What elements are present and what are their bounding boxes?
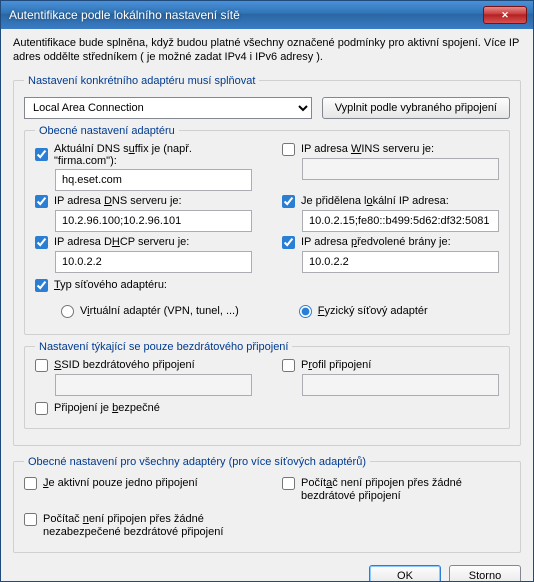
profile-label: Profil připojení [301,359,371,371]
net-type-label: Typ síťového adaptéru: [54,279,167,291]
ssid-label: SSID bezdrátového připojení [54,359,195,371]
wins-input[interactable] [302,158,499,180]
all-adapters-frame: Obecné nastavení pro všechny adaptéry (p… [13,456,521,554]
dns-suffix-checkbox[interactable] [35,148,48,161]
adapter-frame-legend: Nastavení konkrétního adaptéru musí splň… [24,75,259,87]
intro-text: Autentifikace bude splněna, když budou p… [13,37,521,65]
dns-ip-field: IP adresa DNS serveru je: [35,195,252,232]
dns-ip-input[interactable] [55,210,252,232]
wins-field: IP adresa WINS serveru je: [282,143,499,191]
dns-ip-checkbox[interactable] [35,195,48,208]
dhcp-field: IP adresa DHCP serveru je: [35,236,252,273]
dns-ip-label: IP adresa DNS serveru je: [54,195,182,207]
gateway-field: IP adresa předvolené brány je: [282,236,499,273]
profile-checkbox[interactable] [282,359,295,372]
general-adapter-frame: Obecné nastavení adaptéru Aktuální DNS s… [24,125,510,335]
ok-button[interactable]: OK [369,565,441,581]
wireless-frame: Nastavení týkající se pouze bezdrátového… [24,341,510,429]
ssid-field: SSID bezdrátového připojení [35,359,252,396]
gateway-input[interactable] [302,251,499,273]
wins-label: IP adresa WINS serveru je: [301,143,434,155]
all-adapters-legend: Obecné nastavení pro všechny adaptéry (p… [24,456,370,468]
secure-conn-checkbox[interactable] [35,402,48,415]
wireless-legend: Nastavení týkající se pouze bezdrátového… [35,341,292,353]
dhcp-label: IP adresa DHCP serveru je: [54,236,189,248]
fill-from-connection-button[interactable]: Vyplnit podle vybraného připojení [322,97,510,119]
ssid-input[interactable] [55,374,252,396]
footer-buttons: OK Storno [13,559,521,581]
titlebar: Autentifikace podle lokálního nastavení … [1,1,533,29]
virtual-adapter-radio[interactable] [61,305,74,318]
client-area: Autentifikace bude splněna, když budou p… [1,29,533,581]
local-ip-label: Je přidělena lokální IP adresa: [301,195,449,207]
local-ip-field: Je přidělena lokální IP adresa: [282,195,499,232]
dialog-window: Autentifikace podle lokálního nastavení … [0,0,534,582]
local-ip-input[interactable] [302,210,499,232]
one-active-checkbox[interactable] [24,477,37,490]
physical-adapter-radio[interactable] [299,305,312,318]
close-icon [501,10,509,21]
window-title: Autentifikace podle lokálního nastavení … [9,8,483,22]
net-type-checkbox[interactable] [35,279,48,292]
dns-suffix-label: Aktuální DNS suffix je (např. "firma.com… [54,143,252,167]
dhcp-checkbox[interactable] [35,236,48,249]
profile-field: Profil připojení [282,359,499,396]
local-ip-checkbox[interactable] [282,195,295,208]
dns-suffix-field: Aktuální DNS suffix je (např. "firma.com… [35,143,252,191]
none-insecure-wl-label: Počítač není připojen přes žádné nezabez… [43,513,252,539]
adapter-settings-frame: Nastavení konkrétního adaptéru musí splň… [13,75,521,446]
ssid-checkbox[interactable] [35,359,48,372]
dns-suffix-input[interactable] [55,169,252,191]
physical-adapter-label: Fyzický síťový adaptér [318,305,428,317]
none-wireless-label: Počítač není připojen přes žádné bezdrát… [301,477,510,503]
wins-checkbox[interactable] [282,143,295,156]
cancel-button[interactable]: Storno [449,565,521,581]
gateway-checkbox[interactable] [282,236,295,249]
secure-conn-label: Připojení je bezpečné [54,402,160,414]
close-button[interactable] [483,6,527,24]
virtual-adapter-label: Virtuální adaptér (VPN, tunel, ...) [80,305,239,317]
dhcp-input[interactable] [55,251,252,273]
profile-input[interactable] [302,374,499,396]
general-legend: Obecné nastavení adaptéru [35,125,179,137]
none-wireless-checkbox[interactable] [282,477,295,490]
gateway-label: IP adresa předvolené brány je: [301,236,451,248]
one-active-label: Je aktivní pouze jedno připojení [43,477,198,490]
adapter-combo[interactable]: Local Area Connection [24,97,312,119]
none-insecure-wl-checkbox[interactable] [24,513,37,526]
